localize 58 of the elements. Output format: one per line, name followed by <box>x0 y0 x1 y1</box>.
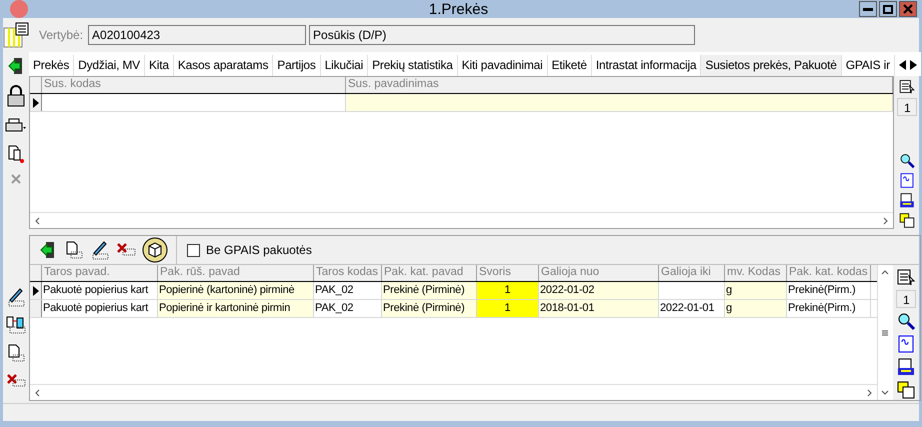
list-icon[interactable] <box>896 267 916 287</box>
checkbox-label[interactable]: Be GPAIS pakuotės <box>206 243 312 257</box>
table-cell: g <box>725 300 787 317</box>
table-cell: Pakuotė popierius kart <box>42 300 158 317</box>
table-cell: 1 <box>477 300 539 317</box>
scroll-right-icon[interactable] <box>880 216 889 224</box>
package-icon[interactable] <box>142 237 168 263</box>
value-field[interactable]: A020100423 <box>88 25 306 45</box>
tab[interactable]: Etiketė <box>548 55 592 76</box>
table-cell: Popierinė ir kartoninė pirmin <box>158 300 314 317</box>
table-cell: Prekinė (Pirminė) <box>382 282 477 299</box>
edit-icon[interactable] <box>90 240 110 260</box>
table-cell: Prekinė (Pirminė) <box>382 300 477 317</box>
new-icon[interactable] <box>6 343 26 363</box>
copy-icon[interactable] <box>6 144 26 164</box>
scroll-down-icon[interactable] <box>881 388 890 396</box>
record-count: 1 <box>897 98 918 116</box>
row-indicator[interactable] <box>30 94 42 111</box>
tab[interactable]: Likučiai <box>320 55 368 76</box>
save-icon[interactable] <box>896 357 916 377</box>
lock-icon[interactable] <box>5 84 27 108</box>
minimize-button[interactable] <box>859 1 877 17</box>
scroll-right-icon[interactable] <box>864 388 873 396</box>
scroll-up-icon[interactable] <box>881 269 890 277</box>
tab[interactable]: GPAIS ir <box>842 55 895 76</box>
table-icon[interactable] <box>3 22 29 48</box>
table-cell: PAK_02 <box>314 300 382 317</box>
table-cell: 2018-01-01 <box>539 300 659 317</box>
table-cell: Popierinė (kartoninė) pirminė <box>158 282 314 299</box>
tab[interactable]: Susietos prekės, Pakuotė <box>701 55 842 76</box>
table-cell: Prekinė(Pirm.) <box>787 282 871 299</box>
edit-icon[interactable] <box>6 287 26 307</box>
scroll-left-icon[interactable] <box>34 388 42 396</box>
copy-icon[interactable] <box>896 380 916 400</box>
table-cell: Prekinė(Pirm.) <box>787 300 871 317</box>
scroll-left-icon[interactable] <box>34 216 42 224</box>
table-cell: 2022-01-01 <box>659 300 725 317</box>
new-icon[interactable] <box>64 240 84 260</box>
row-indicator[interactable] <box>30 282 42 299</box>
table-cell: PAK_02 <box>314 282 382 299</box>
window-title: 1.Prekės <box>428 0 490 18</box>
document-icon[interactable] <box>896 334 916 354</box>
left-arrow-icon[interactable] <box>898 60 906 70</box>
table-cell: Pakuotė popierius kart <box>42 282 158 299</box>
maximize-button[interactable] <box>879 1 897 17</box>
table-cell: 1 <box>477 282 539 299</box>
name-field[interactable]: Posūkis (D/P) <box>309 25 696 45</box>
checkbox[interactable] <box>187 244 200 256</box>
scroll-thumb-icon[interactable] <box>881 328 890 336</box>
table-cell: g <box>725 282 787 299</box>
search-icon[interactable] <box>896 311 916 331</box>
field-label: Vertybė: <box>39 28 84 42</box>
copy-icon[interactable] <box>5 315 27 335</box>
close-button[interactable] <box>899 1 917 17</box>
right-arrow-icon[interactable] <box>910 60 917 70</box>
list-icon[interactable] <box>897 78 918 95</box>
table-cell: 2022-01-02 <box>539 282 659 299</box>
record-count: 1 <box>896 290 916 308</box>
